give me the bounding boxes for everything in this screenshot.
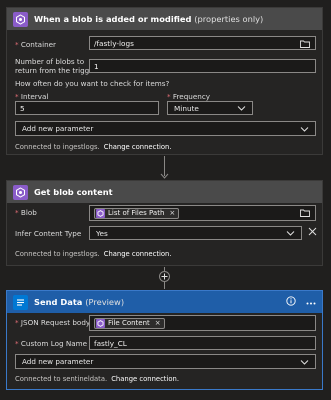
blob-input[interactable]: List of Files Path × xyxy=(89,205,316,221)
trigger-card: When a blob is added or modified (proper… xyxy=(6,7,323,155)
plus-icon xyxy=(161,273,168,280)
connection-info: Connected to ingestlogs. Change connectio… xyxy=(15,250,172,258)
add-new-parameter-select[interactable]: Add new parameter xyxy=(15,121,316,136)
remove-token-icon[interactable]: × xyxy=(169,209,175,217)
insert-step-button[interactable] xyxy=(159,271,170,282)
interval-input[interactable]: 5 xyxy=(15,101,159,115)
chevron-down-icon xyxy=(237,105,246,114)
trigger-card-header[interactable]: When a blob is added or modified (proper… xyxy=(7,8,322,30)
blob-label: * Blob xyxy=(15,208,37,217)
connection-info: Connected to ingestlogs. Change connectio… xyxy=(15,143,172,151)
send-data-card-header[interactable]: Send Data (Preview) xyxy=(7,291,322,313)
blob-storage-icon xyxy=(96,318,105,328)
more-options-icon[interactable] xyxy=(306,298,316,307)
infer-content-type-label: Infer Content Type xyxy=(15,229,82,238)
custom-log-name-label: * Custom Log Name xyxy=(15,339,88,348)
custom-log-name-input[interactable]: fastly_CL xyxy=(89,336,316,350)
change-connection-link[interactable]: Change connection. xyxy=(104,143,172,151)
blob-storage-icon xyxy=(96,208,105,218)
get-blob-card-title: Get blob content xyxy=(34,187,113,197)
folder-icon[interactable] xyxy=(300,209,310,219)
num-blobs-label: Number of blobs to return from the trigge… xyxy=(15,57,97,75)
send-data-card: Send Data (Preview) * JSON Request body … xyxy=(6,290,323,390)
clear-icon[interactable] xyxy=(308,227,317,238)
trigger-card-title: When a blob is added or modified (proper… xyxy=(34,14,264,24)
chevron-down-icon xyxy=(300,126,309,135)
list-of-files-path-token[interactable]: List of Files Path × xyxy=(94,207,180,219)
chevron-down-icon xyxy=(286,230,295,239)
json-request-body-input[interactable]: File Content × xyxy=(89,315,316,331)
get-blob-content-card: Get blob content * Blob List of Files Pa… xyxy=(6,180,323,266)
file-content-token[interactable]: File Content × xyxy=(94,317,165,329)
change-connection-link[interactable]: Change connection. xyxy=(111,375,179,383)
num-blobs-input[interactable]: 1 xyxy=(89,59,316,73)
blob-storage-icon xyxy=(13,184,28,200)
change-connection-link[interactable]: Change connection. xyxy=(104,250,172,258)
add-new-parameter-select[interactable]: Add new parameter xyxy=(15,354,316,369)
container-label: * Container xyxy=(15,40,57,49)
container-input[interactable]: /fastly-logs xyxy=(89,36,316,50)
send-data-card-title: Send Data (Preview) xyxy=(34,297,125,307)
remove-token-icon[interactable]: × xyxy=(155,319,161,327)
frequency-label: * Frequency xyxy=(167,92,211,101)
blob-storage-icon xyxy=(13,11,28,27)
log-analytics-icon xyxy=(13,294,28,310)
info-icon[interactable] xyxy=(286,296,296,308)
infer-content-type-select[interactable]: Yes xyxy=(89,226,302,240)
connection-info: Connected to sentineldata. Change connect… xyxy=(15,375,179,383)
arrow-down-icon xyxy=(160,173,169,179)
interval-label: * Interval xyxy=(15,92,49,101)
check-frequency-label: How often do you want to check for items… xyxy=(15,79,170,88)
chevron-down-icon xyxy=(300,359,309,368)
frequency-select[interactable]: Minute xyxy=(167,101,253,115)
get-blob-card-header[interactable]: Get blob content xyxy=(7,181,322,203)
folder-icon[interactable] xyxy=(300,40,310,50)
json-request-body-label: * JSON Request body xyxy=(15,318,91,327)
